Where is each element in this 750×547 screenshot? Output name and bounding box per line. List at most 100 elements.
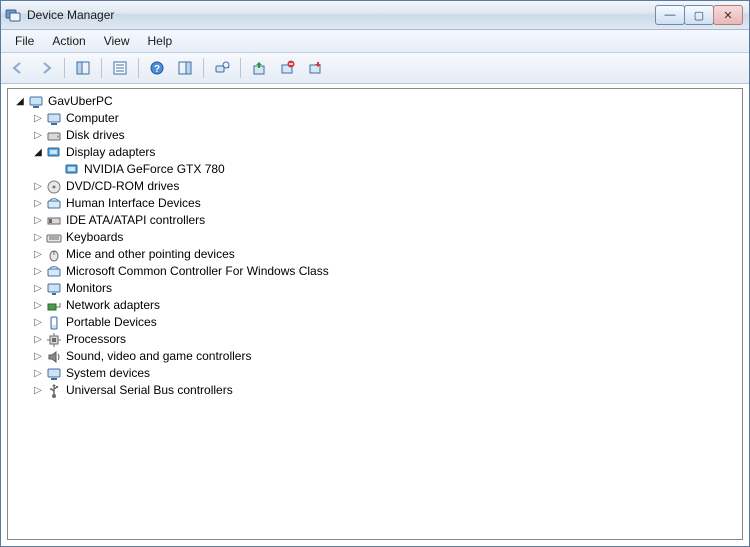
toolbar-separator (203, 58, 204, 78)
expander-icon[interactable]: ▷ (32, 198, 44, 210)
dvd-drive-icon (46, 179, 62, 195)
expander-icon[interactable]: ▷ (32, 232, 44, 244)
tree-node-dvd[interactable]: ▷ DVD/CD-ROM drives (32, 178, 740, 195)
tree-node-mice[interactable]: ▷ Mice and other pointing devices (32, 246, 740, 263)
help-button[interactable]: ? (144, 55, 170, 81)
tree-node-ms-controller[interactable]: ▷ Microsoft Common Controller For Window… (32, 263, 740, 280)
hid-icon (46, 196, 62, 212)
menu-view[interactable]: View (96, 32, 138, 50)
close-button[interactable]: ✕ (713, 5, 743, 25)
expander-icon[interactable]: ◢ (14, 96, 26, 108)
menu-action[interactable]: Action (44, 32, 93, 50)
node-label: Microsoft Common Controller For Windows … (66, 263, 329, 280)
display-adapter-icon (46, 145, 62, 161)
node-label: Human Interface Devices (66, 195, 201, 212)
node-label: Disk drives (66, 127, 125, 144)
device-tree-pane[interactable]: ◢ GavUberPC ▷ Computer ▷ Dis (7, 88, 743, 540)
display-adapter-icon (64, 162, 80, 178)
svg-text:?: ? (154, 64, 160, 75)
game-controller-icon (46, 264, 62, 280)
toolbar-separator (138, 58, 139, 78)
uninstall-button[interactable] (274, 55, 300, 81)
tree-node-system[interactable]: ▷ System devices (32, 365, 740, 382)
update-driver-button[interactable] (246, 55, 272, 81)
show-hide-console-tree-button[interactable] (70, 55, 96, 81)
menu-file[interactable]: File (7, 32, 42, 50)
tree-node-processors[interactable]: ▷ Processors (32, 331, 740, 348)
tree-node-network[interactable]: ▷ Network adapters (32, 297, 740, 314)
tree-node-ide[interactable]: ▷ IDE ATA/ATAPI controllers (32, 212, 740, 229)
node-label: Universal Serial Bus controllers (66, 382, 233, 399)
node-label: GavUberPC (48, 93, 113, 110)
sound-controller-icon (46, 349, 62, 365)
portable-device-icon (46, 315, 62, 331)
expander-icon[interactable]: ▷ (32, 130, 44, 142)
window-title: Device Manager (27, 8, 114, 22)
expander-spacer (50, 164, 62, 176)
expander-icon[interactable]: ▷ (32, 181, 44, 193)
tree-node-hid[interactable]: ▷ Human Interface Devices (32, 195, 740, 212)
forward-button[interactable] (33, 55, 59, 81)
tree-node-disk-drives[interactable]: ▷ Disk drives (32, 127, 740, 144)
expander-icon[interactable]: ▷ (32, 351, 44, 363)
expander-icon[interactable]: ▷ (32, 334, 44, 346)
action-pane-button[interactable] (172, 55, 198, 81)
menubar: File Action View Help (1, 30, 749, 53)
expander-icon[interactable]: ▷ (32, 385, 44, 397)
tree-node-usb[interactable]: ▷ Universal Serial Bus controllers (32, 382, 740, 399)
expander-icon[interactable]: ▷ (32, 113, 44, 125)
disk-drive-icon (46, 128, 62, 144)
node-label: Keyboards (66, 229, 123, 246)
tree-node-sound[interactable]: ▷ Sound, video and game controllers (32, 348, 740, 365)
back-button[interactable] (5, 55, 31, 81)
node-label: NVIDIA GeForce GTX 780 (84, 161, 225, 178)
node-label: Processors (66, 331, 126, 348)
node-label: Display adapters (66, 144, 155, 161)
app-icon (5, 7, 21, 23)
expander-icon[interactable]: ▷ (32, 300, 44, 312)
titlebar[interactable]: Device Manager — ▢ ✕ (1, 1, 749, 30)
node-label: Network adapters (66, 297, 160, 314)
window-controls: — ▢ ✕ (656, 5, 743, 25)
maximize-button[interactable]: ▢ (684, 5, 714, 25)
scan-hardware-button[interactable] (209, 55, 235, 81)
toolbar-separator (240, 58, 241, 78)
expander-icon[interactable]: ▷ (32, 215, 44, 227)
device-manager-window: Device Manager — ▢ ✕ File Action View He… (0, 0, 750, 547)
expander-icon[interactable]: ▷ (32, 317, 44, 329)
monitor-icon (46, 281, 62, 297)
toolbar-separator (101, 58, 102, 78)
expander-icon[interactable]: ▷ (32, 249, 44, 261)
tree-node-monitors[interactable]: ▷ Monitors (32, 280, 740, 297)
tree-node-display-adapters[interactable]: ◢ Display adapters (32, 144, 740, 161)
node-label: System devices (66, 365, 150, 382)
node-label: Portable Devices (66, 314, 157, 331)
toolbar: ? (1, 53, 749, 84)
device-tree: ◢ GavUberPC ▷ Computer ▷ Dis (10, 93, 740, 399)
menu-help[interactable]: Help (140, 32, 181, 50)
toolbar-separator (64, 58, 65, 78)
mouse-icon (46, 247, 62, 263)
tree-node-portable[interactable]: ▷ Portable Devices (32, 314, 740, 331)
expander-icon[interactable]: ▷ (32, 283, 44, 295)
expander-icon[interactable]: ▷ (32, 368, 44, 380)
minimize-button[interactable]: — (655, 5, 685, 25)
node-label: Computer (66, 110, 119, 127)
node-label: Sound, video and game controllers (66, 348, 251, 365)
tree-node-computer[interactable]: ▷ Computer (32, 110, 740, 127)
network-adapter-icon (46, 298, 62, 314)
usb-controller-icon (46, 383, 62, 399)
expander-icon[interactable]: ◢ (32, 147, 44, 159)
computer-icon (28, 94, 44, 110)
tree-node-keyboards[interactable]: ▷ Keyboards (32, 229, 740, 246)
keyboard-icon (46, 230, 62, 246)
node-label: Monitors (66, 280, 112, 297)
tree-root[interactable]: ◢ GavUberPC (14, 93, 740, 110)
computer-icon (46, 111, 62, 127)
node-label: Mice and other pointing devices (66, 246, 235, 263)
node-label: DVD/CD-ROM drives (66, 178, 179, 195)
tree-node-gpu[interactable]: NVIDIA GeForce GTX 780 (50, 161, 740, 178)
expander-icon[interactable]: ▷ (32, 266, 44, 278)
disable-button[interactable] (302, 55, 328, 81)
properties-button[interactable] (107, 55, 133, 81)
